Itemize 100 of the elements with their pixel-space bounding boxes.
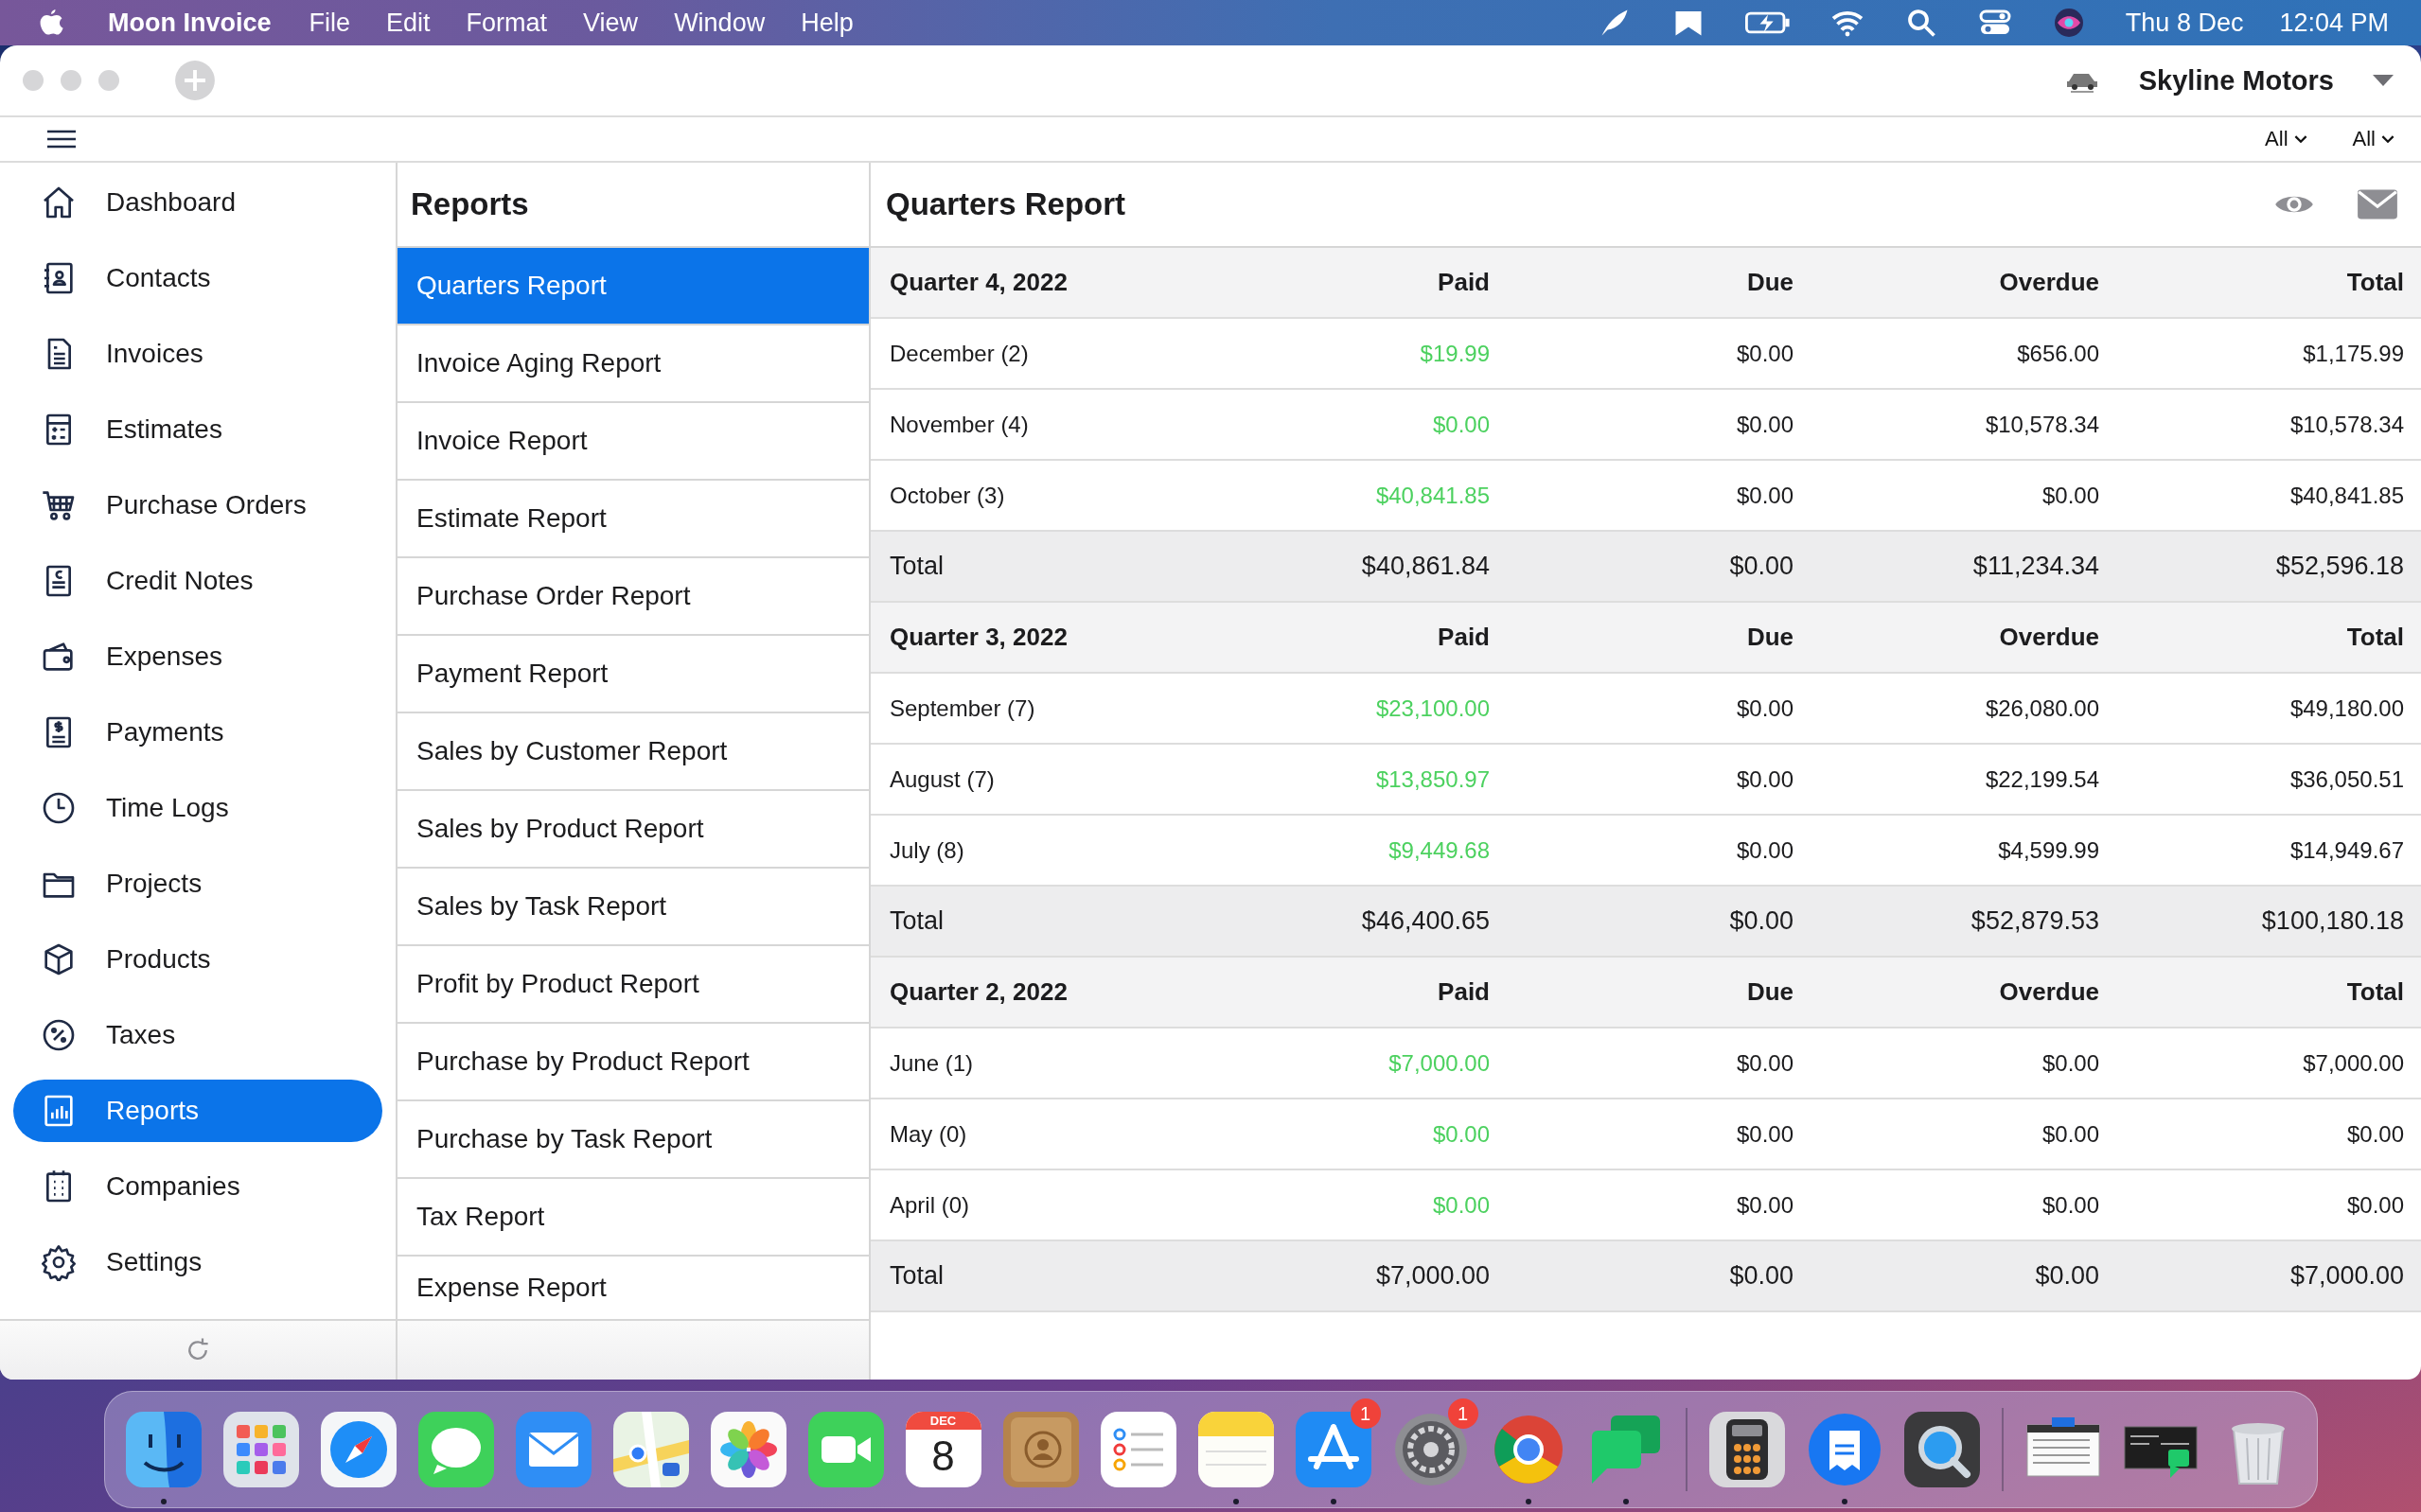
total-cell-text: $0.00 bbox=[1728, 1261, 1794, 1291]
sidebar-item[interactable]: Companies bbox=[13, 1149, 382, 1224]
time-text[interactable]: 12:04 PM bbox=[2279, 8, 2389, 38]
gear-icon bbox=[40, 1243, 78, 1281]
total-cell-text: $100,180.18 bbox=[2260, 906, 2404, 936]
filter-dropdown[interactable]: All bbox=[2348, 125, 2398, 153]
table-cell-text: $0.00 bbox=[1431, 411, 1490, 438]
report-list-item[interactable]: Quarters Report bbox=[398, 248, 869, 325]
table-cell-text: June (1) bbox=[890, 1049, 975, 1077]
table-cell-text: $49,180.00 bbox=[2288, 694, 2404, 722]
menu-item[interactable]: Help bbox=[801, 8, 854, 38]
menu-icon[interactable] bbox=[47, 130, 76, 149]
sidebar-item[interactable]: Contacts bbox=[13, 240, 382, 316]
contact-book-icon[interactable] bbox=[1002, 1412, 1079, 1487]
sidebar-item[interactable]: Payments bbox=[13, 694, 382, 770]
report-list-item[interactable]: Estimate Report bbox=[398, 481, 869, 558]
sidebar-item[interactable]: Products bbox=[13, 922, 382, 997]
table-cell-text: November (4) bbox=[890, 411, 1030, 438]
menu-item[interactable]: Edit bbox=[386, 8, 431, 38]
sidebar-item[interactable]: Reports bbox=[13, 1080, 382, 1142]
face-logo-icon[interactable] bbox=[125, 1412, 202, 1487]
dropdown-caret-icon[interactable] bbox=[2372, 74, 2394, 87]
column-header: Paid bbox=[1437, 977, 1490, 1007]
notification-badge: 1 bbox=[1350, 1398, 1381, 1429]
sidebar-item[interactable]: Expenses bbox=[13, 619, 382, 694]
sidebar-item[interactable]: Settings bbox=[13, 1224, 382, 1300]
column-header: Paid bbox=[1437, 268, 1490, 297]
table-cell-text: April (0) bbox=[890, 1191, 970, 1219]
report-list-item[interactable]: Purchase by Task Report bbox=[398, 1101, 869, 1179]
sidebar-item[interactable]: Taxes bbox=[13, 997, 382, 1073]
sidebar-item[interactable]: Credit Notes bbox=[13, 543, 382, 619]
notepad-icon[interactable] bbox=[1197, 1412, 1274, 1487]
report-list-item[interactable]: Sales by Customer Report bbox=[398, 713, 869, 791]
app-grid-icon[interactable] bbox=[222, 1412, 299, 1487]
table-cell-text: $36,050.51 bbox=[2288, 765, 2404, 793]
table-cell-text: $0.00 bbox=[2041, 1120, 2099, 1148]
calendar-day: 8 bbox=[931, 1430, 955, 1483]
menu-item[interactable]: Window bbox=[674, 8, 766, 38]
menu-item[interactable]: View bbox=[583, 8, 639, 38]
table-cell-text: $26,080.00 bbox=[1984, 694, 2099, 722]
sidebar-item[interactable]: Estimates bbox=[13, 392, 382, 467]
total-cell-text: $52,879.53 bbox=[1970, 906, 2099, 936]
table-cell-text: $13,850.97 bbox=[1374, 765, 1490, 793]
table-cell-text: May (0) bbox=[890, 1120, 968, 1148]
sidebar-item[interactable]: Purchase Orders bbox=[13, 467, 382, 543]
report-list-item[interactable]: Invoice Aging Report bbox=[398, 325, 869, 403]
report-list-item[interactable]: Purchase by Product Report bbox=[398, 1024, 869, 1101]
total-label: Total bbox=[890, 1261, 945, 1291]
report-list-item[interactable]: Tax Report bbox=[398, 1179, 869, 1257]
sidebar-item[interactable]: Time Logs bbox=[13, 770, 382, 846]
report-list-item[interactable]: Payment Report bbox=[398, 636, 869, 713]
total-cell-text: $0.00 bbox=[2034, 1261, 2099, 1291]
report-list-item[interactable]: Profit by Product Report bbox=[398, 946, 869, 1024]
table-cell-text: $0.00 bbox=[1735, 765, 1794, 793]
total-label: Total bbox=[890, 552, 945, 581]
calendar-month: DEC bbox=[905, 1412, 981, 1430]
report-list-item[interactable]: Expense Report bbox=[398, 1257, 869, 1319]
speech-bubble-icon[interactable] bbox=[417, 1412, 494, 1487]
report-list-item[interactable]: Sales by Product Report bbox=[398, 791, 869, 869]
table-cell-text: $4,599.99 bbox=[1997, 836, 2099, 864]
compass-icon[interactable] bbox=[320, 1412, 397, 1487]
app-menu[interactable]: Moon Invoice bbox=[108, 8, 272, 38]
table-cell-text: August (7) bbox=[890, 765, 996, 793]
table-cell-text: July (8) bbox=[890, 836, 965, 864]
filter-dropdown[interactable]: All bbox=[2261, 125, 2311, 153]
calculator-icon[interactable] bbox=[1708, 1412, 1785, 1487]
total-cell-text: $11,234.34 bbox=[1971, 552, 2099, 581]
table-cell-text: $0.00 bbox=[2345, 1191, 2404, 1219]
table-cell-text: $0.00 bbox=[2041, 1191, 2099, 1219]
table-cell-text: $0.00 bbox=[2345, 1120, 2404, 1148]
total-cell-text: $0.00 bbox=[1728, 552, 1794, 581]
envelope-icon[interactable] bbox=[515, 1412, 592, 1487]
table-cell-text: $0.00 bbox=[1735, 1049, 1794, 1077]
apple-logo-icon[interactable] bbox=[38, 8, 64, 38]
table-cell-text: $19.99 bbox=[1419, 340, 1490, 367]
column-header: Total bbox=[2345, 268, 2404, 297]
video-camera-icon[interactable] bbox=[807, 1412, 884, 1487]
magnifier-icon[interactable] bbox=[1903, 1412, 1980, 1487]
report-list-item[interactable]: Invoice Report bbox=[398, 403, 869, 481]
date-text[interactable]: Thu 8 Dec bbox=[2125, 8, 2244, 38]
receipt-icon[interactable] bbox=[1806, 1412, 1882, 1487]
table-cell-text: $1,175.99 bbox=[2302, 340, 2404, 367]
map-icon[interactable] bbox=[612, 1412, 689, 1487]
menu-item[interactable]: Format bbox=[466, 8, 548, 38]
notification-badge: 1 bbox=[1447, 1398, 1478, 1429]
report-list-item[interactable]: Purchase Order Report bbox=[398, 558, 869, 636]
column-header: Total bbox=[2345, 977, 2404, 1007]
flower-icon[interactable] bbox=[710, 1412, 786, 1487]
sidebar-item[interactable]: Projects bbox=[13, 846, 382, 922]
company-name[interactable]: Skyline Motors bbox=[2138, 64, 2334, 97]
sidebar-item[interactable]: Invoices bbox=[13, 316, 382, 392]
menu-item[interactable]: File bbox=[309, 8, 351, 38]
report-list-item[interactable]: Sales by Task Report bbox=[398, 869, 869, 946]
table-cell-text: $40,841.85 bbox=[2288, 482, 2404, 509]
envelope-icon[interactable] bbox=[2357, 188, 2398, 220]
checklist-icon[interactable] bbox=[1100, 1412, 1176, 1487]
column-header: Due bbox=[1745, 623, 1794, 652]
calendar-icon[interactable]: DEC 8 bbox=[905, 1412, 981, 1487]
total-label: Total bbox=[890, 906, 945, 936]
sidebar-item[interactable]: Dashboard bbox=[13, 165, 382, 240]
